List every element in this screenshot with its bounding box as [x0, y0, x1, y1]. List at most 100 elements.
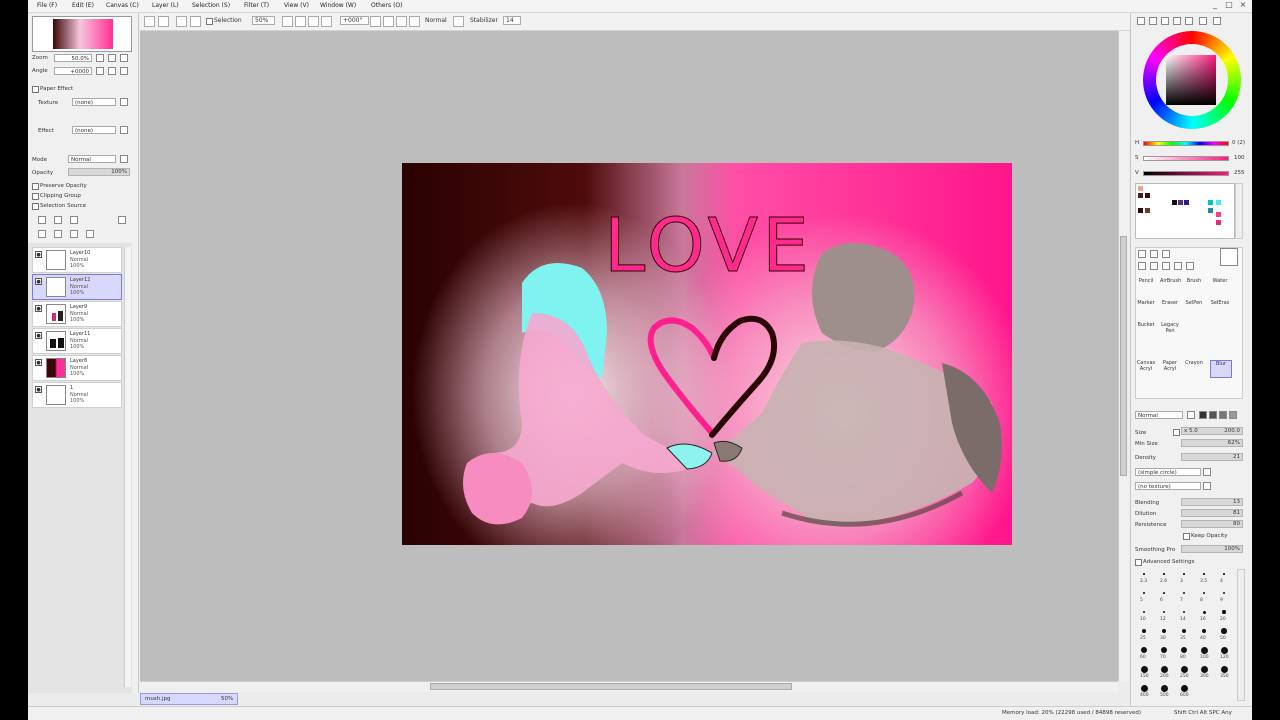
- close-button[interactable]: ×: [1236, 0, 1250, 10]
- hsv-slider-mode-icon[interactable]: [1161, 17, 1169, 25]
- brush-size-preset[interactable]: 120: [1215, 645, 1233, 663]
- swatches-mode-icon[interactable]: [1173, 17, 1181, 25]
- rotation-select[interactable]: +000°: [340, 16, 370, 25]
- deselect-icon[interactable]: [176, 16, 187, 27]
- vertical-scrollbar[interactable]: [1118, 31, 1129, 681]
- invert-selection-icon[interactable]: [190, 16, 201, 27]
- document-tab[interactable]: mush.jpg 50%: [140, 693, 238, 705]
- maximize-button[interactable]: □: [1222, 0, 1236, 10]
- brush-size-preset[interactable]: 14: [1175, 607, 1193, 625]
- layer-opacity-slider[interactable]: 100%: [68, 168, 130, 176]
- brush-size-preset[interactable]: 50: [1215, 626, 1233, 644]
- texture-select[interactable]: (none): [72, 98, 116, 106]
- clear-layer-icon[interactable]: [70, 230, 78, 238]
- advanced-settings-checkbox[interactable]: [1135, 559, 1142, 566]
- keep-opacity-checkbox[interactable]: [1183, 533, 1190, 540]
- blur-tool-selected[interactable]: Blur: [1210, 360, 1232, 378]
- menu-selection[interactable]: Selection (S): [192, 2, 230, 9]
- brush-size-preset[interactable]: 600: [1175, 683, 1193, 701]
- brush-size-preset[interactable]: 70: [1155, 645, 1173, 663]
- selection-tool-icon[interactable]: [1138, 250, 1146, 258]
- brush-size-scrollbar[interactable]: [1237, 569, 1245, 701]
- brush-size-preset[interactable]: 8: [1195, 588, 1213, 606]
- brush-size-preset[interactable]: 350: [1215, 664, 1233, 682]
- sv-square[interactable]: [1166, 55, 1216, 105]
- layer-menu-icon[interactable]: [118, 216, 126, 224]
- saturation-slider[interactable]: [1143, 156, 1229, 161]
- canvas-workspace[interactable]: LOVE: [140, 31, 1118, 681]
- texture-settings-icon[interactable]: [120, 98, 128, 106]
- menu-canvas[interactable]: Canvas (C): [106, 2, 139, 9]
- brush-size-preset[interactable]: 16: [1195, 607, 1213, 625]
- zoom-select[interactable]: 50%: [252, 16, 276, 25]
- eyedropper-icon[interactable]: [1186, 262, 1194, 270]
- stabilizer-select[interactable]: 14: [503, 16, 521, 25]
- zoom-field[interactable]: 50.0%: [54, 54, 92, 62]
- horizontal-scrollbar[interactable]: [140, 681, 1118, 692]
- pencil-tool[interactable]: Pencil: [1136, 278, 1156, 294]
- scratchpad-mode-icon[interactable]: [1199, 17, 1207, 25]
- swatch-grid[interactable]: [1135, 183, 1235, 239]
- brush-size-preset[interactable]: 5: [1135, 588, 1153, 606]
- new-linework-layer-icon[interactable]: [54, 216, 62, 224]
- brush-size-preset[interactable]: 3: [1175, 569, 1193, 587]
- selection-source-checkbox[interactable]: [32, 203, 39, 210]
- legacy-pen-tool[interactable]: Legacy Pen: [1160, 322, 1180, 338]
- hue-slider[interactable]: [1143, 141, 1229, 146]
- crayon-tool[interactable]: Crayon: [1184, 360, 1204, 376]
- preserve-opacity-checkbox[interactable]: [32, 183, 39, 190]
- zoom-out-icon[interactable]: [108, 54, 116, 62]
- effect-select[interactable]: (none): [72, 126, 116, 134]
- value-slider[interactable]: [1143, 171, 1229, 176]
- flip-icon[interactable]: [409, 16, 420, 27]
- menu-edit[interactable]: Edit (E): [72, 2, 94, 9]
- zoom-in-icon[interactable]: [295, 16, 306, 27]
- zoom-actual-icon[interactable]: [321, 16, 332, 27]
- size-slider[interactable]: x 5.0 200.0: [1181, 427, 1243, 435]
- brush-tool[interactable]: Brush: [1184, 278, 1204, 294]
- transfer-down-icon[interactable]: [38, 230, 46, 238]
- persistence-slider[interactable]: 80: [1181, 520, 1243, 528]
- selection-checkbox[interactable]: [206, 18, 213, 25]
- rotate-reset-icon[interactable]: [396, 16, 407, 27]
- primary-color-swatch[interactable]: [1220, 248, 1238, 266]
- texture-dropdown-icon[interactable]: [1203, 482, 1211, 490]
- selpen-tool[interactable]: SelPen: [1184, 300, 1204, 316]
- brush-size-preset[interactable]: 2.3: [1135, 569, 1153, 587]
- blending-slider[interactable]: 13: [1181, 498, 1243, 506]
- color-menu-icon[interactable]: [1213, 17, 1221, 25]
- brush-texture-select[interactable]: (no texture): [1135, 482, 1201, 490]
- brush-size-preset[interactable]: 100: [1195, 645, 1213, 663]
- lasso-tool-icon[interactable]: [1150, 250, 1158, 258]
- mode-toggle-icon[interactable]: [453, 16, 464, 27]
- marker-tool[interactable]: Marker: [1136, 300, 1156, 316]
- visibility-eye-icon[interactable]: ●: [35, 359, 42, 366]
- zoom-fit-icon[interactable]: [308, 16, 319, 27]
- rotate-reset-icon[interactable]: [120, 67, 128, 75]
- rotate-left-icon[interactable]: [370, 16, 381, 27]
- brush-size-preset[interactable]: 25: [1135, 626, 1153, 644]
- menu-others[interactable]: Others (O): [371, 2, 402, 9]
- rotate-right-icon[interactable]: [383, 16, 394, 27]
- menu-filter[interactable]: Filter (T): [244, 2, 269, 9]
- brush-size-preset[interactable]: 40: [1195, 626, 1213, 644]
- size-lock-checkbox[interactable]: [1173, 429, 1180, 436]
- mixer-mode-icon[interactable]: [1185, 17, 1193, 25]
- redo-icon[interactable]: [158, 16, 169, 27]
- brush-size-preset[interactable]: 200: [1155, 664, 1173, 682]
- brush-size-preset[interactable]: 20: [1215, 607, 1233, 625]
- color-wheel-mode-icon[interactable]: [1137, 17, 1145, 25]
- rgb-slider-mode-icon[interactable]: [1149, 17, 1157, 25]
- vertical-scroll-thumb[interactable]: [1120, 236, 1127, 476]
- brush-blend-mode-select[interactable]: Normal: [1135, 411, 1183, 419]
- brush-shape-hard-icon[interactable]: [1199, 411, 1207, 419]
- minimize-button[interactable]: _: [1208, 0, 1222, 10]
- brush-size-preset[interactable]: 12: [1155, 607, 1173, 625]
- visibility-eye-icon[interactable]: ●: [35, 305, 42, 312]
- menu-file[interactable]: File (F): [37, 2, 57, 9]
- layer-row[interactable]: ● 1 Normal 100%: [32, 382, 122, 408]
- dilution-slider[interactable]: 81: [1181, 509, 1243, 517]
- bucket-tool[interactable]: Bucket: [1136, 322, 1156, 338]
- visibility-eye-icon[interactable]: ●: [35, 332, 42, 339]
- brush-size-preset[interactable]: 4: [1215, 569, 1233, 587]
